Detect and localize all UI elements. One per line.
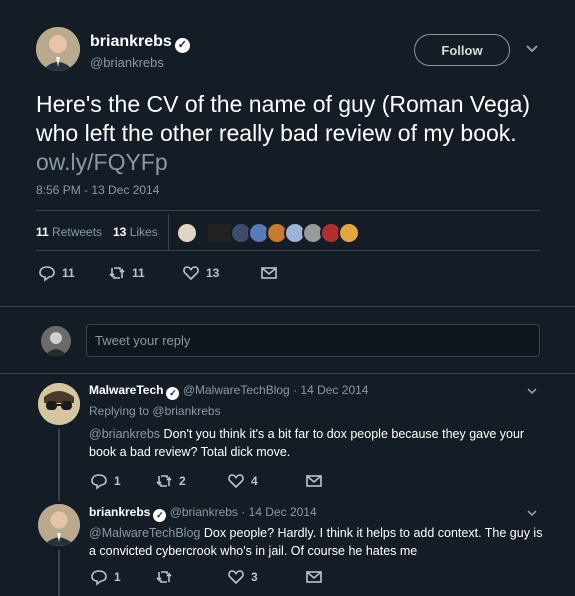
chevron-down-icon[interactable] xyxy=(524,40,540,56)
stats-separator xyxy=(168,214,169,250)
reply-text: @briankrebs Don't you think it's a bit f… xyxy=(89,425,539,461)
tweet-timestamp[interactable]: 8:56 PM - 13 Dec 2014 xyxy=(36,183,159,197)
retweet-count: 11 xyxy=(132,266,145,280)
like-button[interactable]: 13 xyxy=(182,264,260,282)
direct-message-button[interactable] xyxy=(305,472,329,490)
likes-stat[interactable]: 13 Likes xyxy=(113,225,158,239)
heart-icon xyxy=(228,570,244,585)
current-user-avatar xyxy=(41,326,71,356)
likes-label: Likes xyxy=(129,225,158,239)
section-divider xyxy=(0,373,575,374)
reply-count: 1 xyxy=(114,474,121,488)
replying-to: Replying to @briankrebs xyxy=(89,404,221,418)
divider xyxy=(36,250,540,251)
reply-date[interactable]: · 14 Dec 2014 xyxy=(293,383,368,397)
author-handle[interactable]: @briankrebs xyxy=(90,55,164,70)
tweet-text: Here's the CV of the name of guy (Roman … xyxy=(36,90,536,177)
tweet-link[interactable]: ow.ly/FQYFp xyxy=(36,149,168,175)
reply-icon xyxy=(91,474,107,490)
heart-icon xyxy=(228,474,244,489)
reply-button[interactable]: 1 xyxy=(90,472,155,490)
envelope-icon xyxy=(261,267,277,279)
author-name[interactable]: briankrebs ✓ xyxy=(90,33,190,53)
direct-message-button[interactable] xyxy=(260,264,284,282)
verified-icon: ✓ xyxy=(153,509,167,522)
reply-author-name[interactable]: briankrebs xyxy=(89,505,150,519)
reply-author-name[interactable]: MalwareTech xyxy=(89,383,163,397)
liker-avatar[interactable] xyxy=(338,222,360,244)
replying-to-label: Replying to xyxy=(89,404,150,418)
reply-author-handle[interactable]: @MalwareTechBlog xyxy=(183,383,290,397)
like-count: 13 xyxy=(206,266,220,280)
reply-icon xyxy=(39,266,55,282)
author-name-text[interactable]: briankrebs xyxy=(90,33,172,50)
reply-header: briankrebs ✓ @briankrebs · 14 Dec 2014 xyxy=(89,505,317,522)
direct-message-button[interactable] xyxy=(305,568,329,586)
like-button[interactable]: 3 xyxy=(227,568,305,586)
retweets-stat[interactable]: 11 Retweets xyxy=(36,225,102,239)
chevron-down-icon[interactable] xyxy=(525,384,539,398)
retweet-button[interactable]: 11 xyxy=(108,264,182,282)
retweet-button[interactable] xyxy=(155,568,227,586)
retweet-count: 2 xyxy=(179,474,186,488)
divider xyxy=(36,210,540,211)
likers-avatars xyxy=(176,222,360,244)
avatar-briankrebs[interactable] xyxy=(38,504,80,546)
tweet-actions: 11 11 13 xyxy=(38,264,284,282)
envelope-icon xyxy=(306,475,322,487)
reply-button[interactable]: 11 xyxy=(38,264,108,282)
reply-icon xyxy=(91,570,107,586)
like-count: 4 xyxy=(251,474,258,488)
reply-actions: 1 2 4 xyxy=(90,472,329,490)
reply-actions: 1 3 xyxy=(90,568,329,586)
retweets-label: Retweets xyxy=(52,225,103,239)
section-divider xyxy=(0,306,575,307)
avatar-briankrebs[interactable] xyxy=(36,27,80,71)
reply-mention[interactable]: @MalwareTechBlog xyxy=(89,526,200,540)
reply-author-handle[interactable]: @briankrebs xyxy=(170,505,238,519)
likes-count: 13 xyxy=(113,225,127,239)
thread-line xyxy=(58,429,60,501)
reply-date[interactable]: · 14 Dec 2014 xyxy=(241,505,316,519)
retweet-button[interactable]: 2 xyxy=(155,472,227,490)
reply-count: 11 xyxy=(62,266,75,280)
liker-avatar[interactable] xyxy=(176,222,198,244)
thread-line xyxy=(58,550,60,596)
reply-mention[interactable]: @briankrebs xyxy=(89,427,160,441)
like-button[interactable]: 4 xyxy=(227,472,305,490)
reply-header: MalwareTech ✓ @MalwareTechBlog · 14 Dec 2… xyxy=(89,383,368,400)
reply-button[interactable]: 1 xyxy=(90,568,155,586)
follow-button[interactable]: Follow xyxy=(414,34,510,66)
reply-count: 1 xyxy=(114,570,121,584)
retweet-icon xyxy=(156,571,172,583)
chevron-down-icon[interactable] xyxy=(525,506,539,520)
retweet-icon xyxy=(109,267,125,279)
avatar-malwaretech[interactable] xyxy=(38,383,80,425)
replying-to-handle[interactable]: @briankrebs xyxy=(152,404,220,418)
verified-icon: ✓ xyxy=(166,387,180,400)
envelope-icon xyxy=(306,571,322,583)
retweets-count: 11 xyxy=(36,225,49,239)
retweet-icon xyxy=(156,475,172,487)
reply-input[interactable]: Tweet your reply xyxy=(86,324,540,357)
verified-icon: ✓ xyxy=(174,38,190,53)
tweet-body: Here's the CV of the name of guy (Roman … xyxy=(36,91,531,146)
reply-text: @MalwareTechBlog Dox people? Hardly. I t… xyxy=(89,524,544,560)
like-count: 3 xyxy=(251,570,258,584)
heart-icon xyxy=(183,266,199,281)
